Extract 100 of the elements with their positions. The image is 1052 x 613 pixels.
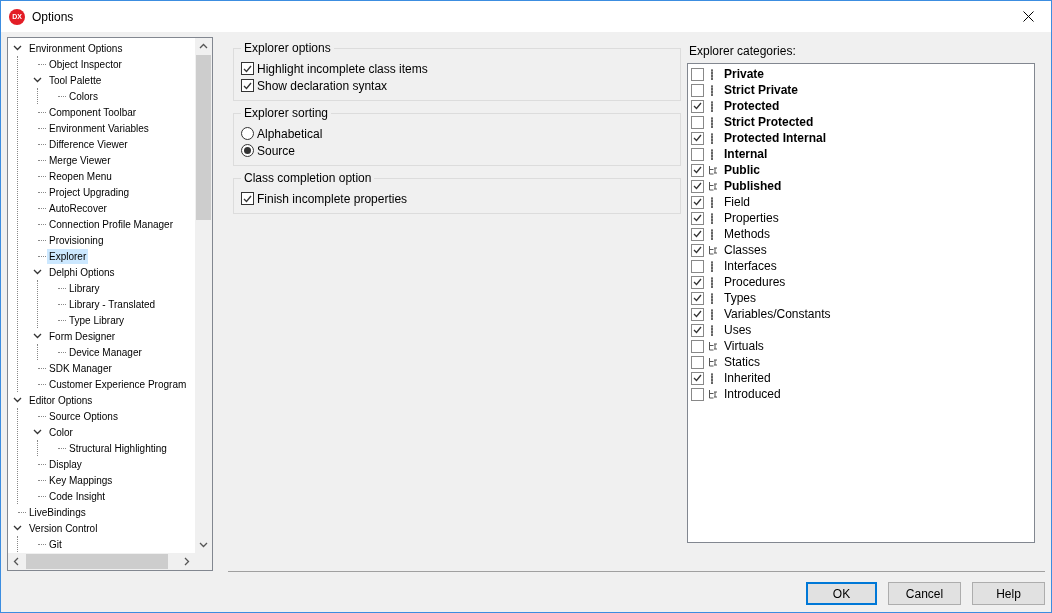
dialog-button[interactable]: Cancel (888, 582, 961, 605)
tree-item[interactable]: Code Insight (47, 488, 108, 504)
category-label[interactable]: Uses (724, 323, 752, 337)
checkbox[interactable] (691, 387, 704, 401)
checkbox[interactable] (691, 131, 704, 145)
checkbox[interactable] (691, 147, 704, 161)
category-label[interactable]: Strict Protected (724, 115, 814, 129)
checkbox[interactable] (691, 291, 704, 305)
option-label[interactable]: Finish incomplete properties (257, 191, 408, 206)
checkbox[interactable] (691, 259, 704, 273)
checkbox[interactable] (691, 115, 704, 129)
tree-item[interactable]: SDK Manager (47, 360, 114, 376)
dialog-button[interactable]: Help (972, 582, 1045, 605)
tree-item[interactable]: Color (47, 424, 75, 440)
category-label[interactable]: Procedures (724, 275, 786, 289)
tree-item[interactable]: AutoRecover (47, 200, 109, 216)
chevron-down-icon[interactable] (13, 525, 22, 531)
tree-item[interactable]: Structural Highlighting (67, 440, 169, 456)
category-label[interactable]: Private (724, 67, 765, 81)
category-label[interactable]: Introduced (724, 387, 781, 401)
radio-button[interactable] (241, 144, 254, 157)
tree-item[interactable]: Object Inspector (47, 56, 124, 72)
category-label[interactable]: Inherited (724, 371, 771, 385)
tree-item[interactable]: Device Manager (67, 344, 144, 360)
chevron-down-icon[interactable] (33, 429, 42, 435)
option-label[interactable]: Show declaration syntax (257, 78, 388, 93)
category-label[interactable]: Public (724, 163, 760, 177)
checkbox[interactable] (691, 355, 704, 369)
checkbox[interactable] (691, 83, 704, 97)
tree-item[interactable]: Environment Variables (47, 120, 151, 136)
chevron-down-icon[interactable] (33, 77, 42, 83)
tree-item[interactable]: Connection Profile Manager (47, 216, 175, 232)
checkbox[interactable] (691, 227, 704, 241)
tree-item[interactable]: Tool Palette (47, 72, 104, 88)
scroll-down-icon[interactable] (199, 542, 208, 548)
checkbox[interactable] (691, 243, 704, 257)
checkbox[interactable] (691, 339, 704, 353)
checkbox[interactable] (691, 371, 704, 385)
category-label[interactable]: Interfaces (724, 259, 777, 273)
tree-item[interactable]: Type Library (67, 312, 127, 328)
category-label[interactable]: Protected Internal (724, 131, 827, 145)
vertical-scrollbar[interactable] (195, 38, 212, 553)
horizontal-scrollbar[interactable] (8, 553, 195, 570)
tree-item[interactable]: Key Mappings (47, 472, 115, 488)
checkbox[interactable] (691, 307, 704, 321)
scroll-left-icon[interactable] (13, 557, 19, 566)
checkbox[interactable] (241, 192, 254, 205)
tree-item[interactable]: Merge Viewer (47, 152, 113, 168)
tree-item[interactable]: Editor Options (27, 392, 95, 408)
chevron-down-icon[interactable] (33, 269, 42, 275)
scrollbar-thumb[interactable] (196, 55, 211, 220)
tree-item[interactable]: Component Toolbar (47, 104, 139, 120)
checkbox[interactable] (241, 79, 254, 92)
chevron-down-icon[interactable] (13, 45, 22, 51)
tree-item[interactable]: Difference Viewer (47, 136, 130, 152)
tree-item[interactable]: Provisioning (47, 232, 106, 248)
option-label[interactable]: Highlight incomplete class items (257, 61, 428, 76)
tree-item[interactable]: Explorer (47, 248, 89, 264)
tree-item[interactable]: Git (47, 536, 64, 552)
tree-item[interactable]: Display (47, 456, 84, 472)
checkbox[interactable] (691, 67, 704, 81)
category-label[interactable]: Virtuals (724, 339, 764, 353)
category-label[interactable]: Variables/Constants (724, 307, 831, 321)
category-label[interactable]: Methods (724, 227, 771, 241)
radio-button[interactable] (241, 127, 254, 140)
scrollbar-thumb[interactable] (26, 554, 168, 569)
tree-item[interactable]: Colors (67, 88, 100, 104)
tree-item[interactable]: Customer Experience Program (47, 376, 189, 392)
checkbox[interactable] (691, 275, 704, 289)
category-label[interactable]: Types (724, 291, 756, 305)
tree-item[interactable]: Source Options (47, 408, 120, 424)
category-label[interactable]: Published (724, 179, 782, 193)
category-label[interactable]: Internal (724, 147, 768, 161)
tree-item[interactable]: Form Designer (47, 328, 118, 344)
scroll-up-icon[interactable] (199, 43, 208, 49)
category-label[interactable]: Strict Private (724, 83, 799, 97)
checkbox[interactable] (691, 195, 704, 209)
checkbox[interactable] (241, 62, 254, 75)
checkbox[interactable] (691, 179, 704, 193)
tree-item[interactable]: Library - Translated (67, 296, 158, 312)
checkbox[interactable] (691, 163, 704, 177)
option-label[interactable]: Alphabetical (257, 126, 323, 141)
category-label[interactable]: Properties (724, 211, 779, 225)
checkbox[interactable] (691, 99, 704, 113)
dialog-button[interactable]: OK (806, 582, 877, 605)
category-label[interactable]: Classes (724, 243, 767, 257)
tree-item[interactable]: LiveBindings (27, 504, 88, 520)
category-label[interactable]: Statics (724, 355, 760, 369)
checkbox[interactable] (691, 323, 704, 337)
category-label[interactable]: Protected (724, 99, 780, 113)
checkbox[interactable] (691, 211, 704, 225)
scroll-right-icon[interactable] (184, 557, 190, 566)
tree-item[interactable]: Environment Options (27, 40, 125, 56)
tree-item[interactable]: Version Control (27, 520, 100, 536)
tree-item[interactable]: Project Upgrading (47, 184, 132, 200)
tree-item[interactable]: Delphi Options (47, 264, 117, 280)
tree-item[interactable]: Library (67, 280, 102, 296)
option-label[interactable]: Source (257, 143, 296, 158)
chevron-down-icon[interactable] (33, 333, 42, 339)
chevron-down-icon[interactable] (13, 397, 22, 403)
